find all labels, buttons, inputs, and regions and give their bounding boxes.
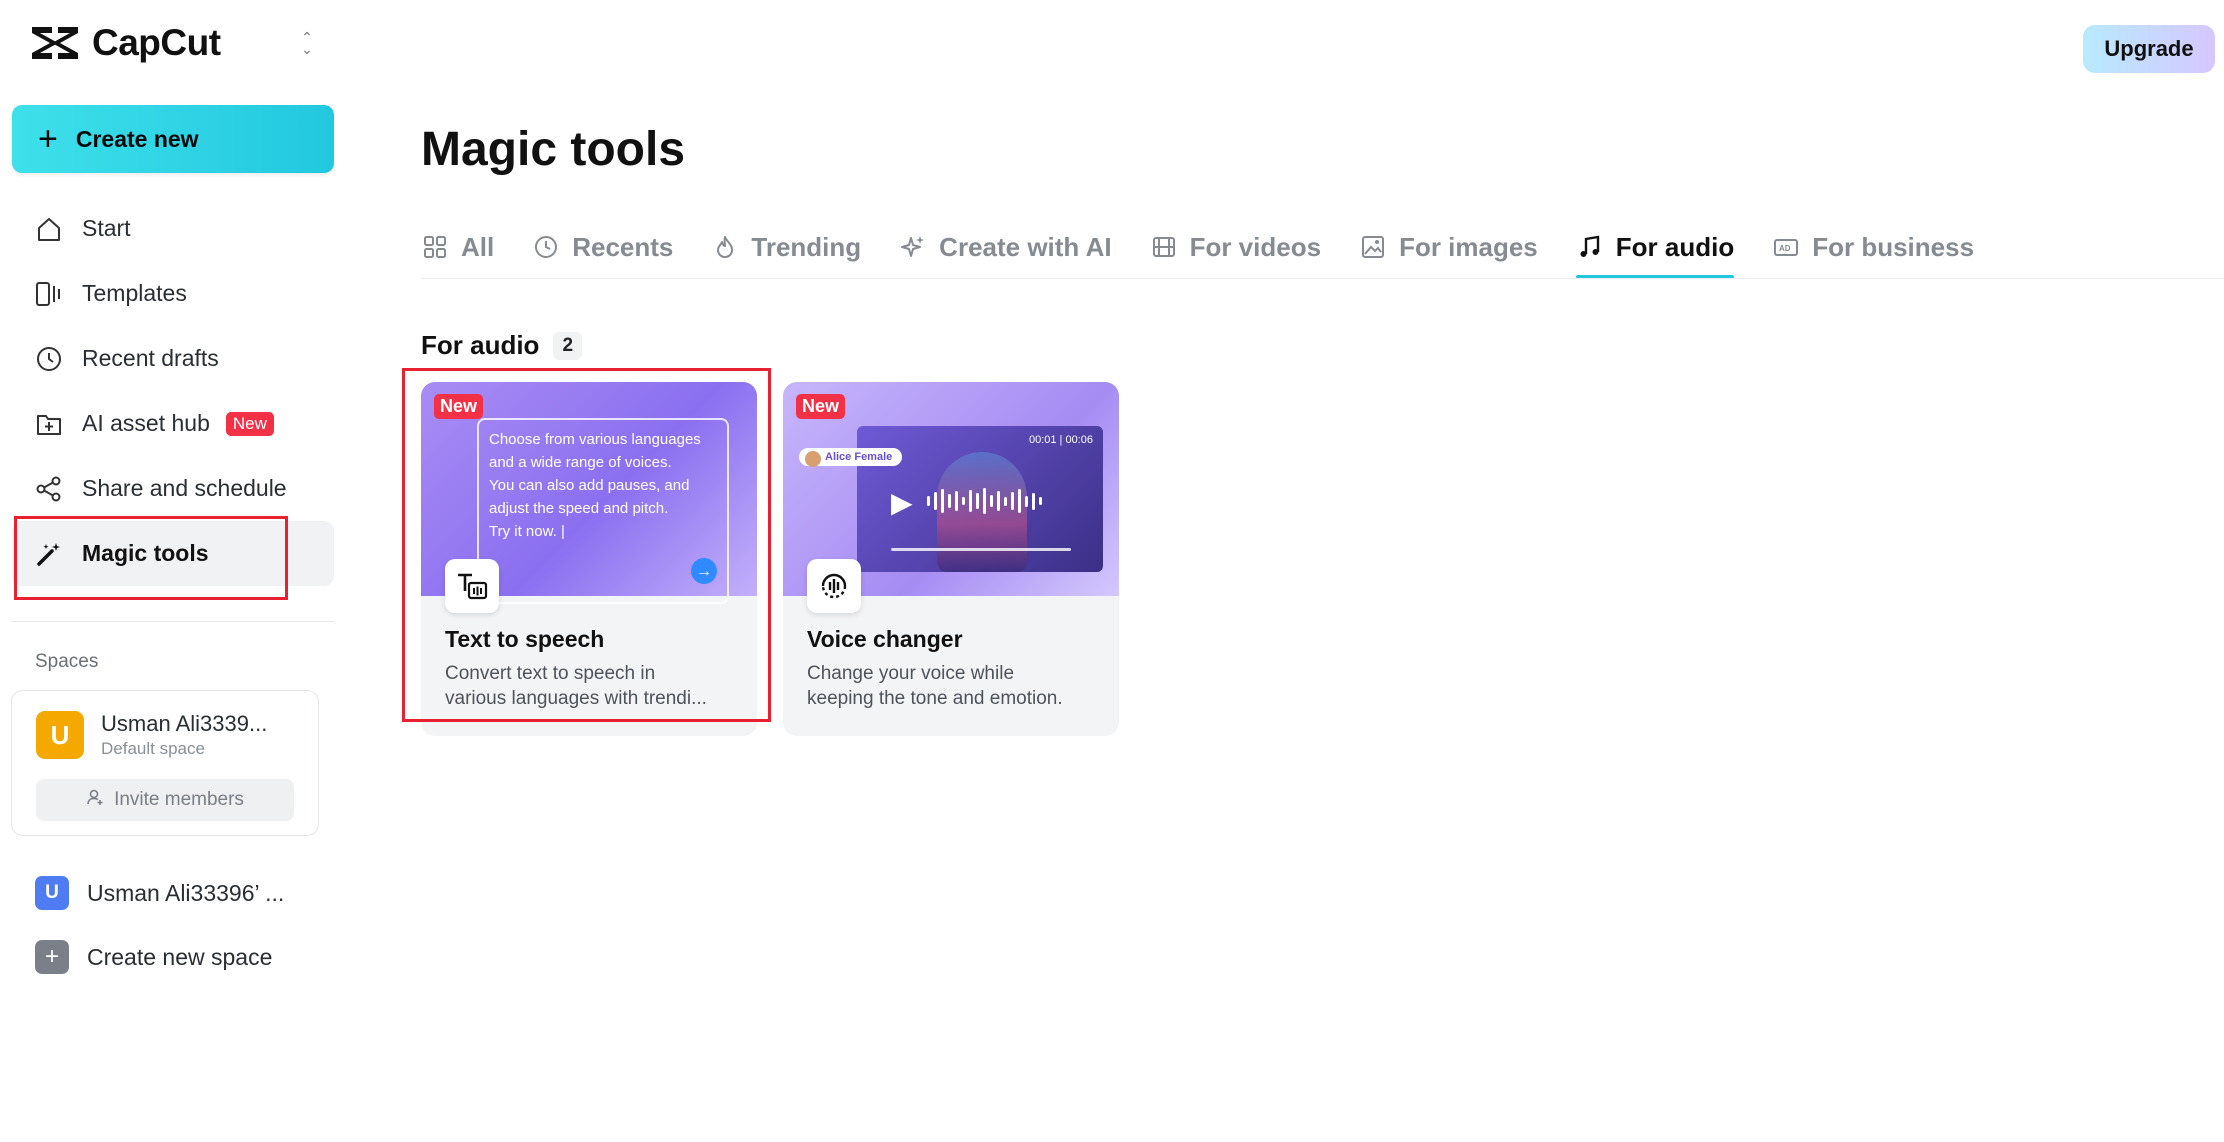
section-heading: For audio 2 xyxy=(421,330,582,361)
invite-members-button[interactable]: Invite members xyxy=(36,779,294,821)
text-to-speech-icon xyxy=(445,559,499,613)
play-icon: ▶ xyxy=(891,486,913,519)
film-icon xyxy=(1150,233,1178,261)
sidebar-item-label: Templates xyxy=(82,280,187,307)
category-tabs: All Recents Trending Create with AI For … xyxy=(421,215,2012,279)
sidebar-item-share-and-schedule[interactable]: Share and schedule xyxy=(12,456,334,521)
tab-label: Recents xyxy=(572,232,673,263)
asset-hub-icon xyxy=(34,409,64,439)
tab-label: All xyxy=(461,232,494,263)
tab-for-videos[interactable]: For videos xyxy=(1150,215,1321,279)
business-icon: AD xyxy=(1772,233,1800,261)
avatar: U xyxy=(36,711,84,759)
new-badge: New xyxy=(434,394,483,419)
sidebar-item-label: Share and schedule xyxy=(82,475,287,502)
sidebar-item-ai-asset-hub[interactable]: AI asset hub New xyxy=(12,391,334,456)
tab-label: For images xyxy=(1399,232,1538,263)
new-badge: New xyxy=(796,394,845,419)
tab-for-audio[interactable]: For audio xyxy=(1576,215,1734,279)
music-note-icon xyxy=(1576,233,1604,261)
preview-timestamp: 00:01 | 00:06 xyxy=(1029,434,1093,446)
waveform-icon xyxy=(927,488,1042,514)
tab-label: For business xyxy=(1812,232,1974,263)
sidebar-item-recent-drafts[interactable]: Recent drafts xyxy=(12,326,334,391)
tool-card-voice-changer[interactable]: 00:01 | 00:06 ▶ Alice Female New Voice c… xyxy=(783,382,1119,736)
create-new-button[interactable]: + Create new xyxy=(12,105,334,173)
home-icon xyxy=(34,214,64,244)
tab-all[interactable]: All xyxy=(421,215,494,279)
workspace-switcher-icon[interactable]: ⌃⌄ xyxy=(296,28,318,58)
voice-chip: Alice Female xyxy=(799,448,902,466)
brand-name: CapCut xyxy=(92,22,221,64)
tab-for-business[interactable]: AD For business xyxy=(1772,215,1974,279)
sidebar-divider xyxy=(12,621,334,622)
space-name: Usman Ali3339... xyxy=(101,711,267,737)
description-line: keeping the tone and emotion. xyxy=(807,686,1103,711)
plus-icon: + xyxy=(38,122,58,156)
capcut-logo-icon xyxy=(28,21,82,65)
templates-icon xyxy=(34,279,64,309)
app-window: CapCut ⌃⌄ + Create new Start Templates xyxy=(0,0,2224,1142)
share-icon xyxy=(34,474,64,504)
space-name: Usman Ali33396’ ... xyxy=(87,880,284,907)
annotation-highlight-box xyxy=(402,368,771,722)
brand[interactable]: CapCut xyxy=(28,18,221,68)
page-title: Magic tools xyxy=(421,122,685,177)
default-space-card[interactable]: U Usman Ali3339... Default space Invite … xyxy=(11,690,319,836)
create-new-space-button[interactable]: + Create new space xyxy=(35,937,272,977)
voice-changer-icon xyxy=(807,559,861,613)
annotation-highlight-box xyxy=(14,516,288,600)
new-badge: New xyxy=(226,412,274,436)
card-title: Voice changer xyxy=(807,626,963,653)
tab-for-images[interactable]: For images xyxy=(1359,215,1538,279)
create-new-label: Create new xyxy=(76,126,199,153)
avatar: U xyxy=(35,876,69,910)
clock-icon xyxy=(34,344,64,374)
sparkle-icon xyxy=(899,233,927,261)
invite-members-label: Invite members xyxy=(114,789,244,811)
tab-trending[interactable]: Trending xyxy=(711,215,861,279)
svg-text:AD: AD xyxy=(1779,244,1791,253)
space-item-usman[interactable]: U Usman Ali33396’ ... xyxy=(35,873,284,913)
plus-icon: + xyxy=(35,940,69,974)
tab-label: Trending xyxy=(751,232,861,263)
grid-icon xyxy=(421,233,449,261)
tab-recents[interactable]: Recents xyxy=(532,215,673,279)
clock-icon xyxy=(532,233,560,261)
sidebar: CapCut ⌃⌄ + Create new Start Templates xyxy=(0,0,345,1142)
add-person-icon xyxy=(86,788,104,812)
sidebar-item-label: Start xyxy=(82,215,131,242)
spaces-heading: Spaces xyxy=(35,651,98,673)
sidebar-item-label: Recent drafts xyxy=(82,345,219,372)
tab-create-with-ai[interactable]: Create with AI xyxy=(899,215,1111,279)
sidebar-item-templates[interactable]: Templates xyxy=(12,261,334,326)
card-description: Change your voice while keeping the tone… xyxy=(807,661,1103,711)
description-line: Change your voice while xyxy=(807,661,1103,686)
space-subtitle: Default space xyxy=(101,739,205,759)
preview-progress-bar xyxy=(891,548,1071,551)
flame-icon xyxy=(711,233,739,261)
upgrade-button[interactable]: Upgrade xyxy=(2083,25,2215,73)
section-title: For audio xyxy=(421,330,539,361)
tab-label: For videos xyxy=(1190,232,1321,263)
tab-label: For audio xyxy=(1616,232,1734,263)
sidebar-item-start[interactable]: Start xyxy=(12,196,334,261)
create-new-space-label: Create new space xyxy=(87,944,272,971)
tab-label: Create with AI xyxy=(939,232,1111,263)
sidebar-item-label: AI asset hub xyxy=(82,410,210,437)
section-count-badge: 2 xyxy=(553,332,582,360)
image-icon xyxy=(1359,233,1387,261)
tabs-divider xyxy=(421,278,2224,279)
